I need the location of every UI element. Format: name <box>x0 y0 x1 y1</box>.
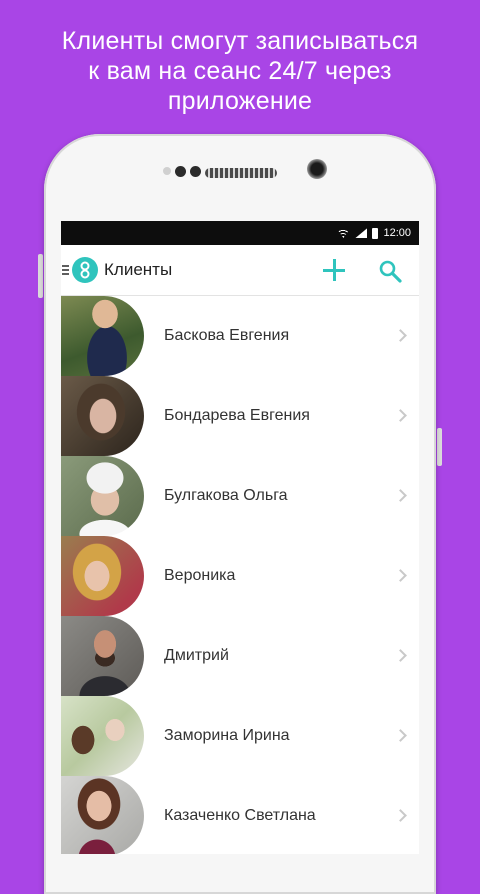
client-name: Дмитрий <box>164 647 229 664</box>
phone-side-button-left <box>38 254 43 298</box>
earpiece-speaker <box>205 168 277 178</box>
add-client-icon[interactable] <box>323 259 345 281</box>
front-camera <box>307 159 327 179</box>
chevron-right-icon <box>394 329 407 342</box>
client-row[interactable]: Булгакова Ольга <box>61 456 419 536</box>
toolbar: Клиенты <box>61 245 419 296</box>
search-icon[interactable] <box>378 259 402 283</box>
signal-icon <box>355 228 368 238</box>
sensor-dot-1 <box>175 166 186 177</box>
chevron-right-icon <box>394 809 407 822</box>
chevron-right-icon <box>394 489 407 502</box>
client-avatar <box>61 616 144 696</box>
client-list: Баскова Евгения Бондарева Евгения Булгак… <box>61 296 419 854</box>
menu-icon[interactable] <box>62 265 69 275</box>
client-row[interactable]: Вероника <box>61 536 419 616</box>
status-time: 12:00 <box>383 227 411 239</box>
app-screen: 12:00 Клиенты Баскова Евгения Бондарева … <box>61 221 419 854</box>
client-name: Вероника <box>164 567 236 584</box>
client-row[interactable]: Казаченко Светлана <box>61 776 419 854</box>
client-avatar <box>61 696 144 776</box>
status-bar: 12:00 <box>61 221 419 245</box>
client-row[interactable]: Дмитрий <box>61 616 419 696</box>
proximity-sensor <box>163 167 171 175</box>
battery-icon <box>372 227 379 239</box>
client-row[interactable]: Заморина Ирина <box>61 696 419 776</box>
phone-side-button-right <box>437 428 442 466</box>
chevron-right-icon <box>394 409 407 422</box>
client-name: Булгакова Ольга <box>164 487 288 504</box>
client-avatar <box>61 456 144 536</box>
client-avatar <box>61 296 144 376</box>
client-name: Казаченко Светлана <box>164 807 316 824</box>
promo-line-2: к вам на сеанс 24/7 через <box>88 57 392 85</box>
client-name: Баскова Евгения <box>164 327 290 344</box>
wifi-icon <box>336 228 351 238</box>
chevron-right-icon <box>394 729 407 742</box>
client-avatar <box>61 376 144 456</box>
client-avatar <box>61 536 144 616</box>
client-row[interactable]: Баскова Евгения <box>61 296 419 376</box>
client-row[interactable]: Бондарева Евгения <box>61 376 419 456</box>
client-name: Бондарева Евгения <box>164 407 310 424</box>
chevron-right-icon <box>394 569 407 582</box>
sensor-dot-2 <box>190 166 201 177</box>
app-logo-icon[interactable] <box>72 257 98 283</box>
client-avatar <box>61 776 144 854</box>
chevron-right-icon <box>394 649 407 662</box>
client-name: Заморина Ирина <box>164 727 290 744</box>
promo-line-3: приложение <box>167 87 313 115</box>
promo-line-1: Клиенты смогут записываться <box>61 27 419 55</box>
page-title: Клиенты <box>104 260 173 279</box>
promo-headline: Клиенты смогут записываться к вам на сеа… <box>0 26 480 116</box>
